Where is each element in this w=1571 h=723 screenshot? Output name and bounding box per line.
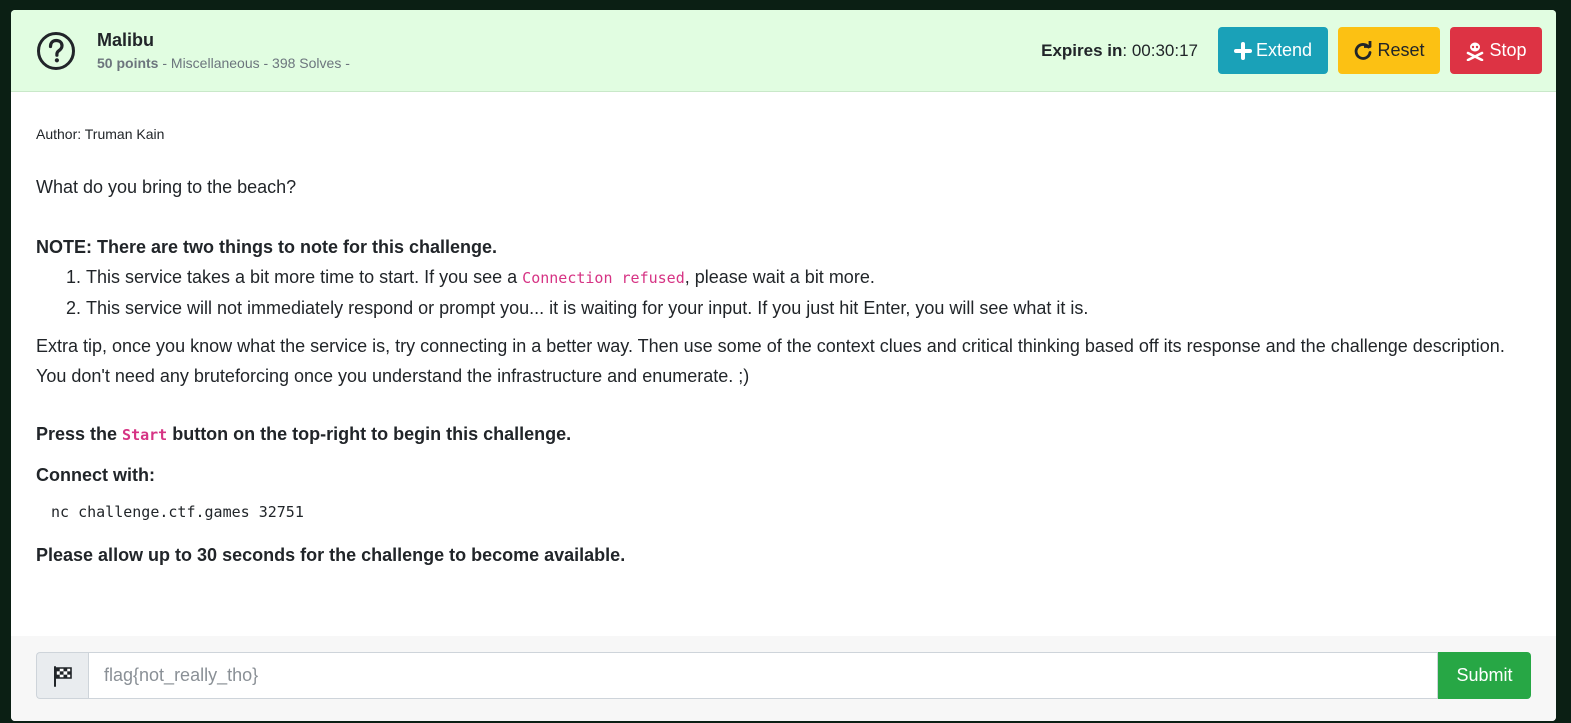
submit-button[interactable]: Submit <box>1438 652 1531 699</box>
reset-button[interactable]: Reset <box>1338 27 1440 74</box>
press-pre: Press the <box>36 424 123 444</box>
flag-input-group: Submit <box>36 652 1531 699</box>
challenge-category-solves: - Miscellaneous - 398 Solves - <box>158 55 350 71</box>
connect-command: nc challenge.ctf.games 32751 <box>51 503 304 521</box>
expires-timer: Expires in: 00:30:17 <box>1041 41 1198 61</box>
stop-label: Stop <box>1489 40 1527 60</box>
challenge-meta: 50 points - Miscellaneous - 398 Solves - <box>97 53 1041 73</box>
challenge-titles: Malibu 50 points - Miscellaneous - 398 S… <box>97 28 1041 73</box>
note-1-pre: This service takes a bit more time to st… <box>86 267 523 287</box>
extend-label: Extend <box>1255 40 1313 60</box>
intro-text: What do you bring to the beach? <box>36 177 297 197</box>
flag-submit-area: Submit <box>11 636 1556 721</box>
plus-icon <box>1233 41 1252 60</box>
challenge-points: 50 points <box>97 55 159 71</box>
challenge-header: Malibu 50 points - Miscellaneous - 398 S… <box>11 10 1556 92</box>
stop-button[interactable]: Stop <box>1450 27 1542 74</box>
expires-value: : 00:30:17 <box>1122 40 1198 60</box>
note-1-post: , please wait a bit more. <box>684 267 875 287</box>
checkered-flag-icon <box>36 652 88 699</box>
note-list: This service takes a bit more time to st… <box>86 262 1531 323</box>
note-item-2: This service will not immediately respon… <box>86 293 1531 323</box>
connect-label: Connect with: <box>36 465 155 485</box>
extra-tip: Extra tip, once you know what the servic… <box>36 336 1505 386</box>
reset-label: Reset <box>1377 40 1425 60</box>
challenge-card: Malibu 50 points - Miscellaneous - 398 S… <box>11 10 1556 721</box>
note-title: NOTE: There are two things to note for t… <box>36 237 498 257</box>
challenge-description: Author: Truman Kain What do you bring to… <box>11 92 1556 570</box>
extend-button[interactable]: Extend <box>1218 27 1328 74</box>
press-start-text: Press the Start button on the top-right … <box>36 419 1531 450</box>
author-line: Author: Truman Kain <box>36 126 165 142</box>
flag-input[interactable] <box>88 652 1438 699</box>
question-circle-icon <box>35 30 77 72</box>
allow-text: Please allow up to 30 seconds for the ch… <box>36 545 626 565</box>
challenge-name: Malibu <box>97 30 154 50</box>
redo-icon <box>1355 40 1372 60</box>
press-post: button on the top-right to begin this ch… <box>167 424 572 444</box>
skull-crossbones-icon <box>1467 42 1484 61</box>
note-item-1: This service takes a bit more time to st… <box>86 262 1531 293</box>
expires-label: Expires in <box>1041 40 1123 60</box>
connection-refused-code: Connection refused <box>522 269 685 287</box>
start-code: Start <box>122 426 168 444</box>
